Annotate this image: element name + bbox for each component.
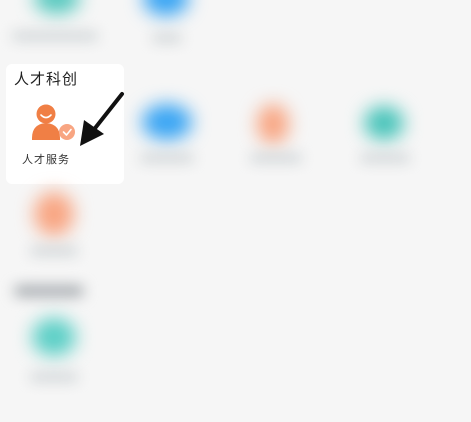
top-left-app-label: [12, 32, 98, 40]
section-title: 人才科创: [14, 70, 79, 88]
top-middle-app-label: [152, 34, 182, 42]
peach-app-label-2: [30, 247, 78, 255]
peach-app-icon-2[interactable]: [34, 192, 74, 236]
cloud-app-label: [140, 154, 194, 162]
cloud-app-icon[interactable]: [142, 104, 192, 140]
teal-app-label: [360, 154, 410, 162]
top-middle-app-icon[interactable]: [143, 0, 189, 16]
next-section-title: [14, 286, 84, 296]
peach-app-icon[interactable]: [257, 104, 289, 144]
talent-service-label[interactable]: 人才服务: [22, 151, 70, 167]
teal-app-label-2: [30, 373, 78, 381]
top-left-app-icon[interactable]: [34, 0, 80, 14]
teal-app-icon-2[interactable]: [32, 318, 76, 356]
person-badge-icon[interactable]: [30, 102, 78, 146]
peach-app-label: [250, 154, 302, 162]
teal-app-icon[interactable]: [364, 106, 404, 140]
arrow-pointer-icon: [74, 90, 130, 150]
